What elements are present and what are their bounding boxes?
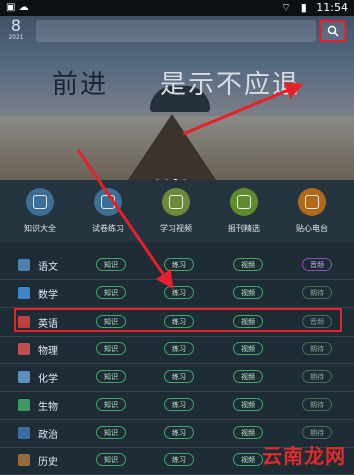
notification-icons: ▣ ☁ — [6, 2, 29, 13]
annotation-arrows — [76, 82, 304, 289]
arrow-to-english — [76, 149, 174, 289]
battery-icon: ▮ — [300, 1, 307, 14]
status-bar: ▣ ☁ ⌔ ▮ 11:54 — [0, 0, 354, 16]
status-right: ⌔ ▮ 11:54 — [275, 1, 348, 15]
watermark: 云南龙网 — [262, 444, 346, 468]
wifi-icon: ⌔ — [280, 1, 292, 14]
arrow-to-search — [182, 82, 304, 136]
status-time: 11:54 — [316, 1, 348, 14]
